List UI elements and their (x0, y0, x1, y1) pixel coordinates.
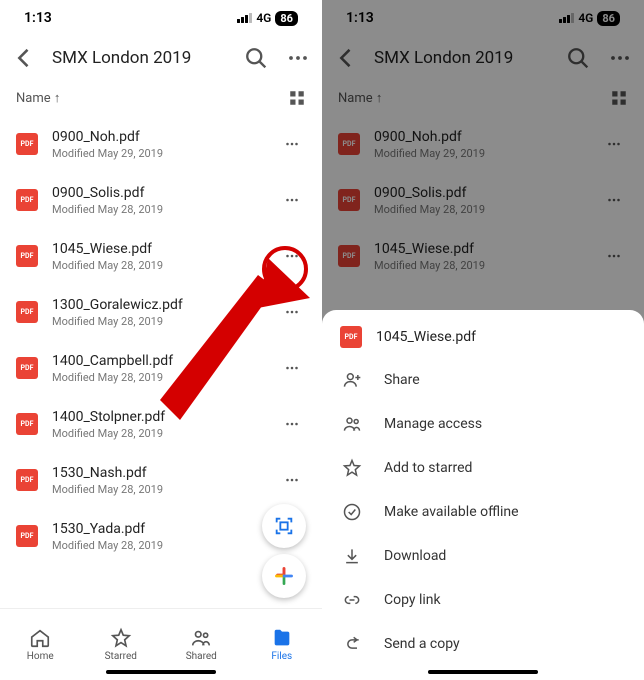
file-row[interactable]: PDF 1045_Wiese.pdf Modified May 28, 2019 (322, 228, 644, 284)
file-modified: Modified May 28, 2019 (52, 259, 264, 272)
overflow-button[interactable] (284, 44, 312, 72)
file-more-button[interactable] (600, 186, 628, 214)
signal-icon (237, 13, 252, 23)
file-more-button[interactable] (278, 354, 306, 382)
file-name: 1045_Wiese.pdf (52, 241, 264, 257)
file-name: 1300_Goralewicz.pdf (52, 297, 264, 313)
file-name: 0900_Noh.pdf (52, 129, 264, 145)
menu-copy-link[interactable]: Copy link (322, 578, 644, 622)
file-name: 1400_Campbell.pdf (52, 353, 264, 369)
file-name: 1530_Nash.pdf (52, 465, 264, 481)
home-indicator (428, 670, 538, 674)
file-modified: Modified May 29, 2019 (374, 147, 586, 160)
file-modified: Modified May 28, 2019 (374, 259, 586, 272)
search-button[interactable] (242, 44, 270, 72)
file-row[interactable]: PDF 1530_Nash.pdf Modified May 28, 2019 (0, 452, 322, 508)
menu-download[interactable]: Download (322, 534, 644, 578)
pdf-icon: PDF (338, 189, 360, 211)
bottom-sheet: PDF 1045_Wiese.pdf ShareManage accessAdd… (322, 310, 644, 680)
pdf-icon: PDF (16, 413, 38, 435)
file-list: PDF 0900_Noh.pdf Modified May 29, 2019 PDF 0… (322, 116, 644, 284)
pdf-icon: PDF (16, 357, 38, 379)
pdf-icon: PDF (16, 301, 38, 323)
file-more-button[interactable] (600, 242, 628, 270)
file-list: PDF 0900_Noh.pdf Modified May 29, 2019 PDF 0… (0, 116, 322, 564)
network-label: 4G (578, 11, 593, 25)
signal-icon (559, 13, 574, 23)
view-grid-icon[interactable] (610, 89, 628, 107)
menu-manage-access[interactable]: Manage access (322, 402, 644, 446)
new-fab[interactable] (262, 554, 306, 598)
file-name: 0900_Noh.pdf (374, 129, 586, 145)
file-modified: Modified May 28, 2019 (374, 203, 586, 216)
file-name: 0900_Solis.pdf (374, 185, 586, 201)
app-header: SMX London 2019 (0, 36, 322, 80)
search-button[interactable] (564, 44, 592, 72)
file-more-button[interactable] (278, 186, 306, 214)
pdf-icon: PDF (16, 525, 38, 547)
pdf-icon: PDF (16, 189, 38, 211)
overflow-button[interactable] (606, 44, 634, 72)
menu-send-a-copy[interactable]: Send a copy (322, 622, 644, 666)
home-indicator (106, 670, 216, 674)
pdf-icon: PDF (16, 133, 38, 155)
file-name: 1530_Yada.pdf (52, 521, 264, 537)
back-button[interactable] (332, 44, 360, 72)
file-name: 1045_Wiese.pdf (374, 241, 586, 257)
file-modified: Modified May 28, 2019 (52, 371, 264, 384)
pdf-icon: PDF (340, 326, 362, 348)
sort-row[interactable]: Name ↑ (0, 80, 322, 116)
menu-make-available-offline[interactable]: Make available offline (322, 490, 644, 534)
file-row[interactable]: PDF 0900_Solis.pdf Modified May 28, 2019 (322, 172, 644, 228)
sheet-header: PDF 1045_Wiese.pdf (322, 310, 644, 358)
file-modified: Modified May 28, 2019 (52, 315, 264, 328)
file-name: 0900_Solis.pdf (52, 185, 264, 201)
status-bar: 1:13 4G 86 (322, 0, 644, 36)
view-grid-icon[interactable] (288, 89, 306, 107)
tab-files[interactable]: Files (242, 609, 323, 680)
back-button[interactable] (10, 44, 38, 72)
phone-left: 1:13 4G 86 SMX London 2019 Name ↑ PDF 090… (0, 0, 322, 680)
file-row[interactable]: PDF 1045_Wiese.pdf Modified May 28, 2019 (0, 228, 322, 284)
sheet-filename: 1045_Wiese.pdf (376, 329, 476, 345)
network-label: 4G (256, 11, 271, 25)
status-bar: 1:13 4G 86 (0, 0, 322, 36)
sort-row[interactable]: Name ↑ (322, 80, 644, 116)
file-modified: Modified May 28, 2019 (52, 203, 264, 216)
file-modified: Modified May 28, 2019 (52, 483, 264, 496)
file-more-button[interactable] (600, 130, 628, 158)
file-row[interactable]: PDF 0900_Solis.pdf Modified May 28, 2019 (0, 172, 322, 228)
file-more-button[interactable] (278, 298, 306, 326)
file-more-button[interactable] (278, 410, 306, 438)
pdf-icon: PDF (338, 133, 360, 155)
menu-share[interactable]: Share (322, 358, 644, 402)
file-modified: Modified May 28, 2019 (52, 427, 264, 440)
file-row[interactable]: PDF 1400_Stolpner.pdf Modified May 28, 201… (0, 396, 322, 452)
file-row[interactable]: PDF 1300_Goralewicz.pdf Modified May 28, 2… (0, 284, 322, 340)
file-more-button[interactable] (278, 466, 306, 494)
pdf-icon: PDF (338, 245, 360, 267)
pdf-icon: PDF (16, 469, 38, 491)
file-row[interactable]: PDF 1400_Campbell.pdf Modified May 28, 201… (0, 340, 322, 396)
app-header: SMX London 2019 (322, 36, 644, 80)
folder-title: SMX London 2019 (374, 48, 550, 68)
clock: 1:13 (346, 10, 374, 26)
scan-fab[interactable] (262, 504, 306, 548)
clock: 1:13 (24, 10, 52, 26)
file-name: 1400_Stolpner.pdf (52, 409, 264, 425)
file-more-button[interactable] (278, 130, 306, 158)
file-more-button[interactable] (278, 242, 306, 270)
file-modified: Modified May 29, 2019 (52, 147, 264, 160)
battery-badge: 86 (597, 11, 620, 26)
battery-badge: 86 (275, 11, 298, 26)
file-modified: Modified May 28, 2019 (52, 539, 264, 552)
pdf-icon: PDF (16, 245, 38, 267)
folder-title: SMX London 2019 (52, 48, 228, 68)
phone-right: 1:13 4G 86 SMX London 2019 Name ↑ PDF 090… (322, 0, 644, 680)
menu-add-to-starred[interactable]: Add to starred (322, 446, 644, 490)
file-row[interactable]: PDF 0900_Noh.pdf Modified May 29, 2019 (322, 116, 644, 172)
file-row[interactable]: PDF 0900_Noh.pdf Modified May 29, 2019 (0, 116, 322, 172)
tab-home[interactable]: Home (0, 609, 81, 680)
